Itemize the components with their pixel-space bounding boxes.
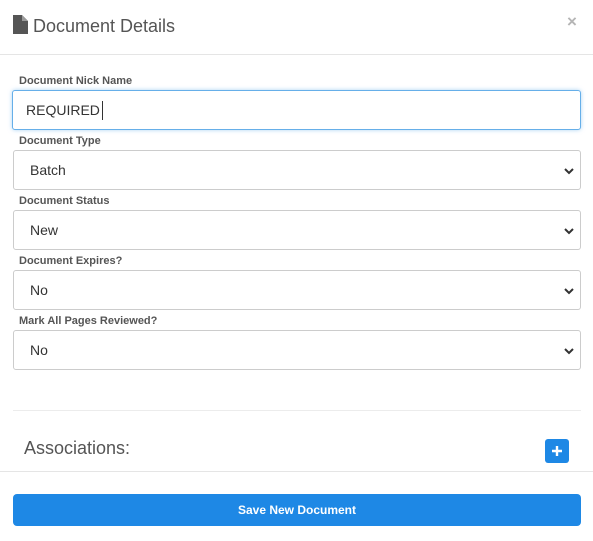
document-status-label: Document Status — [19, 195, 110, 207]
document-type-label: Document Type — [19, 135, 101, 147]
chevron-down-icon — [564, 288, 574, 295]
nick-name-input[interactable]: REQUIRED — [12, 90, 581, 130]
chevron-down-icon — [564, 228, 574, 235]
document-expires-value: No — [30, 282, 48, 298]
text-caret — [102, 101, 103, 120]
nick-name-label: Document Nick Name — [19, 75, 133, 87]
document-expires-label: Document Expires? — [19, 255, 123, 267]
footer-divider — [0, 471, 593, 472]
save-new-document-button[interactable]: Save New Document — [13, 494, 581, 526]
file-icon — [13, 15, 28, 34]
dialog-header: Document Details × — [0, 0, 593, 55]
document-status-select[interactable]: New — [13, 210, 581, 250]
document-type-select[interactable]: Batch — [13, 150, 581, 190]
document-expires-select[interactable]: No — [13, 270, 581, 310]
nick-name-value: REQUIRED — [26, 102, 100, 118]
close-icon[interactable]: × — [567, 13, 577, 31]
plus-icon — [552, 446, 562, 456]
add-association-button[interactable] — [545, 439, 569, 463]
associations-title: Associations: — [24, 438, 131, 458]
pages-reviewed-label: Mark All Pages Reviewed? — [19, 315, 158, 327]
chevron-down-icon — [564, 168, 574, 175]
section-divider — [13, 410, 581, 411]
document-status-value: New — [30, 222, 59, 238]
dialog-title: Document Details — [33, 16, 176, 36]
chevron-down-icon — [564, 348, 574, 355]
pages-reviewed-value: No — [30, 342, 48, 358]
document-type-value: Batch — [30, 162, 66, 178]
pages-reviewed-select[interactable]: No — [13, 330, 581, 370]
